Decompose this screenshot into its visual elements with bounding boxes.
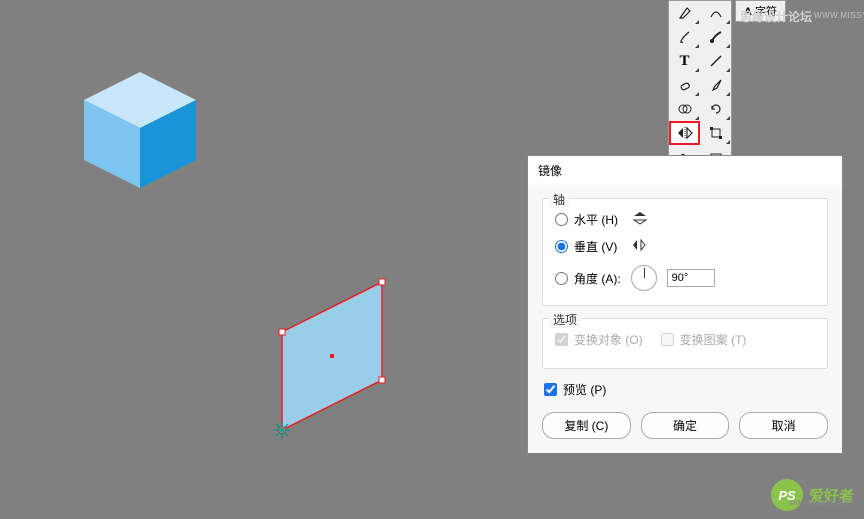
ps-watermark: PS 爱好者 www.psahz.com <box>771 479 854 511</box>
transform-patterns-checkbox <box>661 333 674 346</box>
axis-angle-radio[interactable] <box>555 272 568 285</box>
axis-horizontal-radio[interactable] <box>555 213 568 226</box>
flip-horizontal-icon <box>632 211 648 228</box>
curvature-tool-icon[interactable] <box>700 1 731 25</box>
axis-horizontal-label[interactable]: 水平 (H) <box>574 211 618 228</box>
dialog-title: 镜像 <box>528 156 842 186</box>
cancel-button[interactable]: 取消 <box>739 412 828 439</box>
options-legend: 选项 <box>549 311 581 328</box>
shape-builder-tool-icon[interactable] <box>669 97 700 121</box>
axis-vertical-radio[interactable] <box>555 240 568 253</box>
ps-url: www.psahz.com <box>789 497 854 507</box>
transform-objects-checkbox <box>555 333 568 346</box>
selected-parallelogram[interactable] <box>260 260 480 480</box>
watermark-forum-text: 思缘设计论坛 <box>740 8 812 25</box>
angle-input[interactable] <box>667 269 715 287</box>
pen-tool-icon[interactable] <box>669 1 700 25</box>
transform-patterns-label: 变换图案 (T) <box>680 331 747 348</box>
reflect-dialog: 镜像 轴 水平 (H) 垂直 (V) 角度 (A): <box>527 155 843 454</box>
copy-button[interactable]: 复制 (C) <box>542 412 631 439</box>
preview-label[interactable]: 预览 (P) <box>563 381 606 398</box>
watermark-forum-url: WWW.MISSYUAN.COM <box>814 11 864 20</box>
eraser-tool-icon[interactable] <box>669 73 700 97</box>
line-segment-tool-icon[interactable] <box>700 49 731 73</box>
flip-vertical-icon <box>631 238 647 255</box>
rotate-tool-icon[interactable] <box>700 97 731 121</box>
tools-panel: T <box>668 0 732 162</box>
angle-knob[interactable] <box>631 265 657 291</box>
axis-vertical-label[interactable]: 垂直 (V) <box>574 238 617 255</box>
blob-brush-tool-icon[interactable] <box>700 25 731 49</box>
ok-button[interactable]: 确定 <box>641 412 730 439</box>
axis-group: 轴 水平 (H) 垂直 (V) 角度 (A): <box>542 198 828 306</box>
axis-angle-label[interactable]: 角度 (A): <box>574 270 621 287</box>
transform-objects-label: 变换对象 (O) <box>574 331 643 348</box>
type-tool-icon[interactable]: T <box>669 49 700 73</box>
axis-legend: 轴 <box>549 191 569 208</box>
options-group: 选项 变换对象 (O) 变换图案 (T) <box>542 318 828 369</box>
paintbrush-tool-icon[interactable] <box>700 73 731 97</box>
reflect-tool-icon[interactable] <box>669 121 700 145</box>
free-transform-tool-icon[interactable] <box>700 121 731 145</box>
brush-tool-icon[interactable] <box>669 25 700 49</box>
cube-shape <box>0 0 300 260</box>
preview-checkbox[interactable] <box>544 383 557 396</box>
